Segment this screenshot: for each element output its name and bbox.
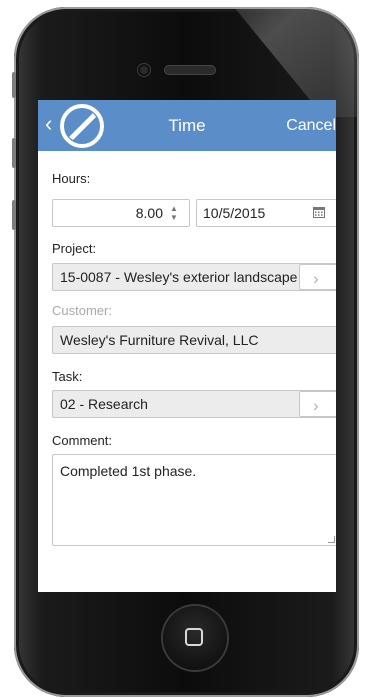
calendar-icon[interactable] bbox=[313, 206, 325, 218]
date-field[interactable]: 10/5/2015 bbox=[196, 199, 336, 227]
task-select[interactable]: 02 - Research › bbox=[52, 390, 336, 418]
chevron-right-icon: › bbox=[313, 269, 319, 288]
home-button[interactable] bbox=[163, 606, 227, 670]
camera-icon bbox=[138, 64, 150, 76]
app-logo-icon bbox=[60, 104, 104, 148]
hours-label: Hours: bbox=[52, 171, 91, 186]
resize-handle-icon[interactable] bbox=[328, 536, 335, 543]
stepper-arrows-icon[interactable]: ▲ ▼ bbox=[168, 204, 180, 224]
hours-value: 8.00 bbox=[135, 205, 163, 221]
mute-switch bbox=[12, 72, 16, 98]
hours-stepper[interactable]: 8.00 ▲ ▼ bbox=[52, 199, 190, 227]
app-screen: Time ‹ Cancel Hours: 8.00 ▲▼ 10/5/2015 bbox=[38, 100, 336, 592]
nav-bar: Time ‹ Cancel bbox=[38, 100, 336, 151]
project-label: Project: bbox=[52, 241, 97, 256]
task-value: 02 - Research bbox=[60, 396, 148, 412]
project-select[interactable]: 15-0087 - Wesley's exterior landscape d … bbox=[52, 263, 336, 291]
customer-field: Wesley's Furniture Revival, LLC bbox=[52, 326, 336, 354]
project-value: 15-0087 - Wesley's exterior landscape d bbox=[60, 269, 300, 285]
phone-frame: Time ‹ Cancel Hours: 8.00 ▲▼ 10/5/2015 bbox=[14, 7, 359, 697]
volume-up-button bbox=[12, 138, 16, 168]
project-picker-button[interactable]: › bbox=[299, 264, 336, 290]
comment-value: Completed 1st phase. bbox=[60, 463, 197, 479]
home-square-icon bbox=[185, 628, 203, 646]
speaker-grill bbox=[164, 65, 216, 75]
task-label: Task: bbox=[52, 369, 83, 384]
customer-label: Customer: bbox=[52, 303, 112, 318]
date-value: 10/5/2015 bbox=[203, 205, 266, 221]
volume-down-button bbox=[12, 200, 16, 230]
chevron-right-icon: › bbox=[313, 396, 319, 415]
comment-textarea[interactable]: Completed 1st phase. bbox=[52, 454, 336, 546]
comment-label: Comment: bbox=[52, 433, 112, 448]
customer-value: Wesley's Furniture Revival, LLC bbox=[60, 332, 259, 348]
cancel-button[interactable]: Cancel bbox=[286, 100, 336, 151]
chevron-left-icon[interactable]: ‹ bbox=[45, 112, 52, 136]
task-picker-button[interactable]: › bbox=[299, 391, 336, 417]
